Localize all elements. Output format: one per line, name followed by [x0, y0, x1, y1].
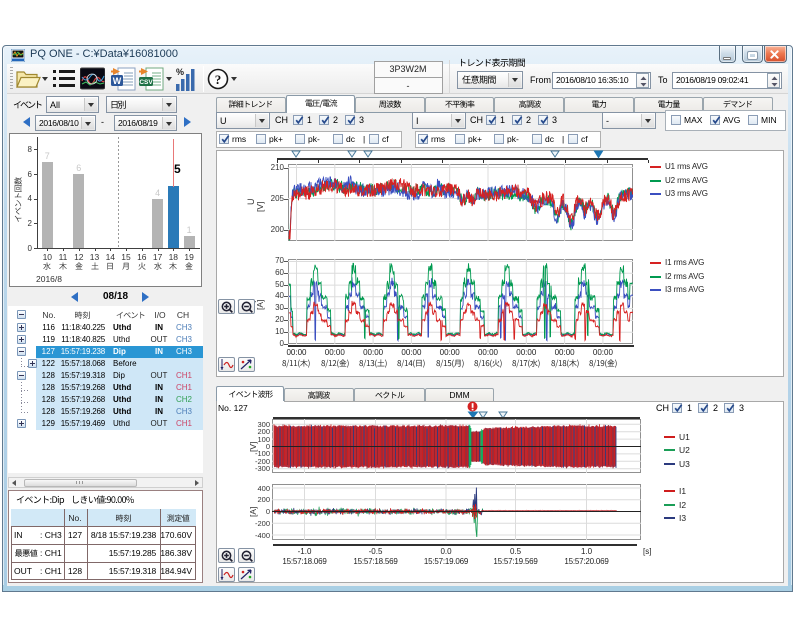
svg-text:%: %: [176, 67, 184, 77]
svg-text:?: ?: [215, 72, 222, 87]
svg-text:CSV: CSV: [139, 79, 153, 86]
svg-text:W: W: [113, 76, 122, 86]
